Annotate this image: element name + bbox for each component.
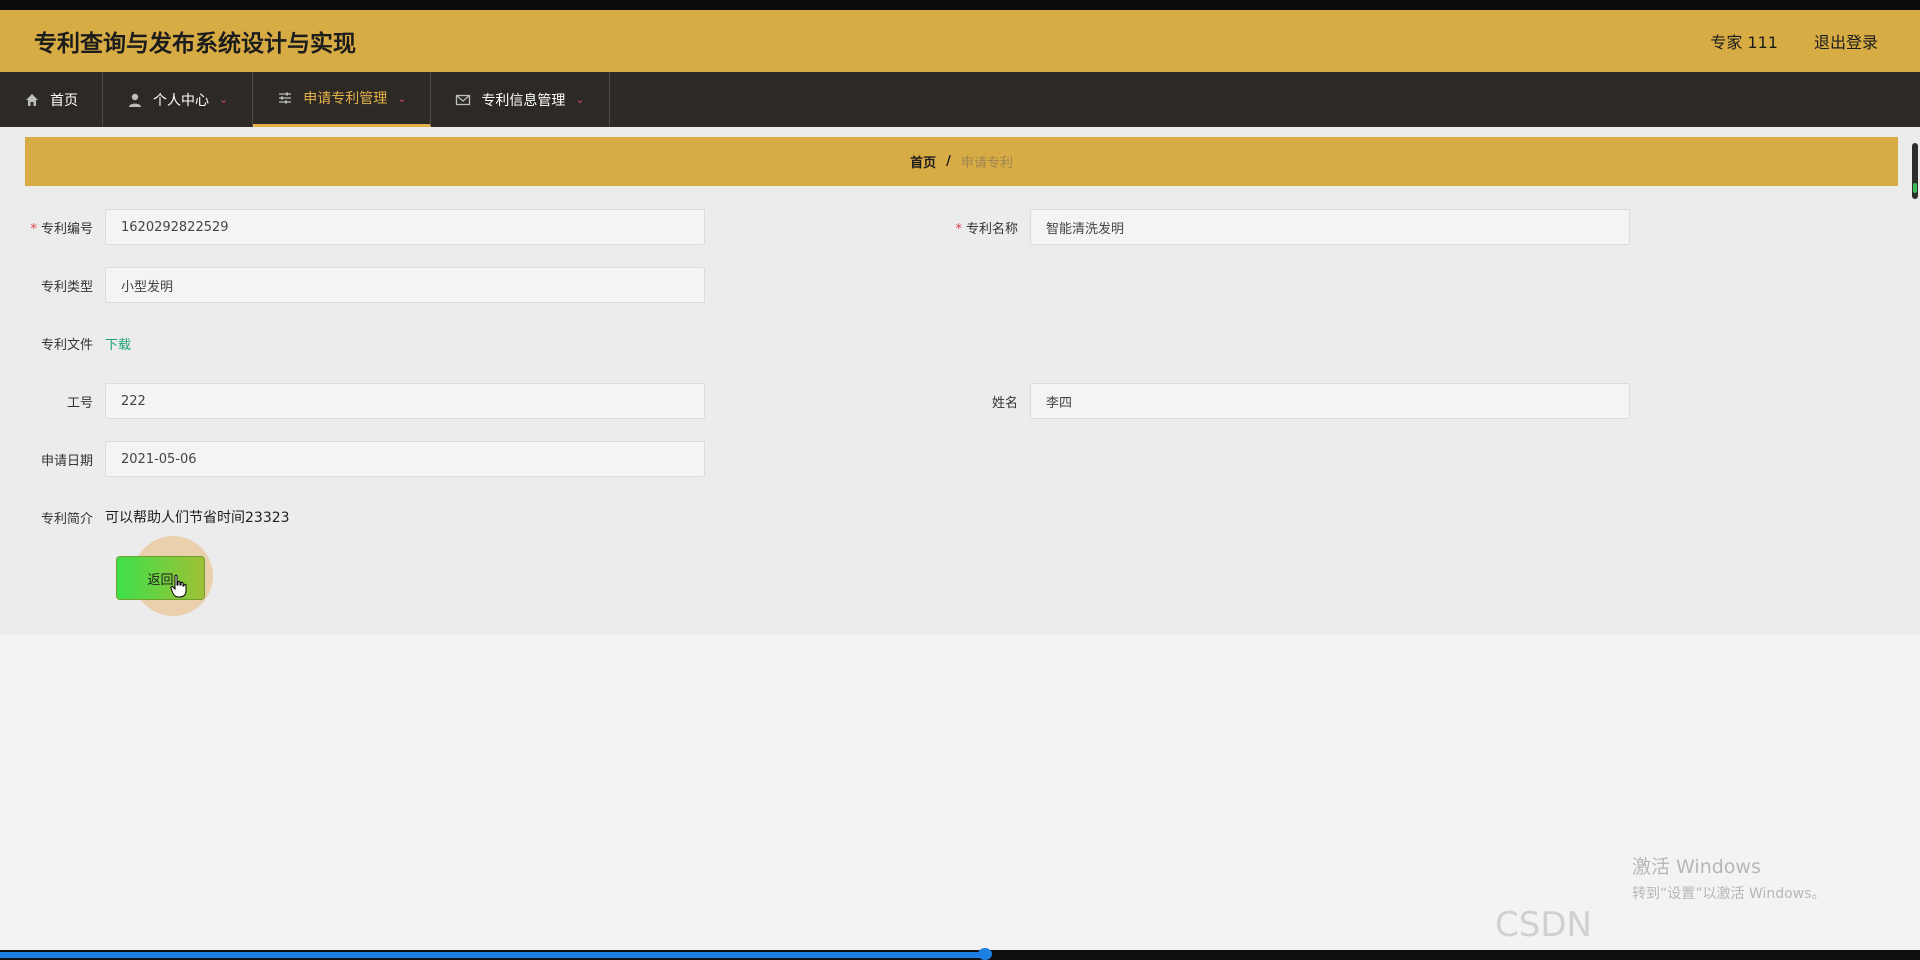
header-user-area: 专家 111 退出登录	[1710, 29, 1878, 53]
field-apply-date: 申请日期 2021-05-06	[25, 441, 705, 477]
breadcrumb-separator: /	[946, 154, 951, 169]
watermark-line-2: 转到“设置”以激活 Windows。	[1632, 886, 1826, 902]
patent-no-input[interactable]: 1620292822529	[105, 209, 705, 245]
required-mark: *	[30, 221, 37, 237]
nav-item-patent-info[interactable]: 专利信息管理 ⌄	[431, 72, 610, 127]
field-intro: 专利简介 可以帮助人们节省时间23323	[25, 499, 290, 535]
field-name: 姓名 李四	[950, 383, 1630, 419]
intro-label: 专利简介	[40, 511, 93, 527]
video-progress-handle[interactable]	[978, 948, 992, 960]
employee-id-input[interactable]: 222	[105, 383, 705, 419]
employee-id-label: 工号	[66, 395, 93, 411]
name-input[interactable]: 李四	[1030, 383, 1630, 419]
user-icon	[129, 93, 141, 107]
logout-link[interactable]: 退出登录	[1814, 29, 1878, 53]
intro-value: 可以帮助人们节省时间23323	[105, 510, 290, 526]
hand-cursor-icon	[170, 574, 187, 598]
nav-item-home[interactable]: 首页	[0, 72, 103, 127]
required-mark: *	[955, 221, 962, 237]
mail-icon	[456, 94, 471, 105]
apply-date-label: 申请日期	[40, 453, 93, 469]
nav-item-patent-application[interactable]: 申请专利管理 ⌄	[253, 72, 432, 127]
main-content: 首页 / 申请专利 * 专利编号 1620292822529 * 专利名称 智能清洗…	[0, 127, 1920, 635]
chevron-down-icon: ⌄	[397, 91, 407, 105]
patent-type-label: 专利类型	[40, 279, 93, 295]
window-top-strip	[0, 0, 1920, 10]
nav-item-label: 申请专利管理	[303, 91, 388, 107]
breadcrumb-home[interactable]: 首页	[910, 152, 936, 171]
field-patent-type: 专利类型 小型发明	[25, 267, 705, 303]
patent-name-label: * 专利名称	[955, 221, 1018, 237]
patent-name-input[interactable]: 智能清洗发明	[1030, 209, 1630, 245]
patent-no-label: * 专利编号	[30, 221, 93, 237]
app-title: 专利查询与发布系统设计与实现	[34, 31, 356, 57]
name-label: 姓名	[991, 395, 1018, 411]
video-progress-fill	[0, 952, 985, 958]
nav-item-label: 首页	[50, 92, 78, 109]
breadcrumb: 首页 / 申请专利	[25, 137, 1898, 186]
app-header: 专利查询与发布系统设计与实现 专家 111 退出登录	[0, 10, 1920, 72]
back-button[interactable]: 返回	[116, 556, 205, 600]
sliders-icon	[279, 92, 292, 104]
chevron-down-icon: ⌄	[575, 93, 585, 106]
field-employee-id: 工号 222	[25, 383, 705, 419]
windows-activation-watermark: 激活 Windows 转到“设置”以激活 Windows。	[1632, 852, 1825, 903]
back-button-wrap: 返回	[116, 556, 205, 600]
field-patent-file: 专利文件 下载	[25, 325, 131, 361]
download-link[interactable]: 下载	[105, 334, 131, 353]
nav-item-label: 个人中心	[153, 92, 209, 109]
apply-date-input[interactable]: 2021-05-06	[105, 441, 705, 477]
home-icon	[26, 93, 38, 106]
patent-file-label: 专利文件	[40, 337, 93, 353]
watermark-line-1: 激活 Windows	[1632, 856, 1761, 878]
current-user[interactable]: 专家 111	[1710, 29, 1778, 53]
scrollbar[interactable]	[1912, 143, 1918, 199]
main-nav: 首页 个人中心 ⌄ 申请专利管理 ⌄ 专利信息管理 ⌄	[0, 72, 1920, 127]
patent-type-input[interactable]: 小型发明	[105, 267, 705, 303]
field-patent-no: * 专利编号 1620292822529	[25, 209, 705, 245]
chevron-down-icon: ⌄	[219, 93, 229, 106]
nav-item-label: 专利信息管理	[481, 92, 566, 109]
nav-item-personal-center[interactable]: 个人中心 ⌄	[103, 72, 254, 127]
field-patent-name: * 专利名称 智能清洗发明	[950, 209, 1630, 245]
breadcrumb-current: 申请专利	[960, 156, 1013, 171]
